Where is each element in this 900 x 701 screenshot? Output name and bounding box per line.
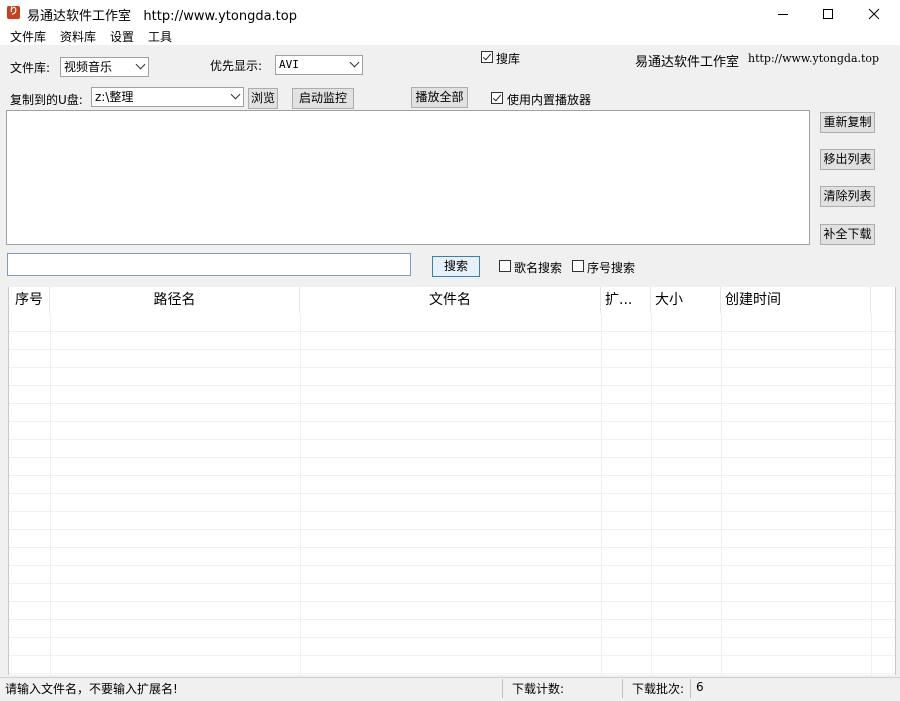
col-header-path[interactable]: 路径名 bbox=[50, 287, 300, 313]
menu-file-library[interactable]: 文件库 bbox=[10, 28, 46, 45]
table-grid-line bbox=[9, 565, 896, 566]
maximize-icon bbox=[823, 8, 833, 19]
table-grid-line bbox=[9, 529, 896, 530]
table-grid-line bbox=[9, 655, 896, 656]
recopy-button[interactable]: 重新复制 bbox=[820, 112, 875, 133]
status-separator bbox=[690, 679, 691, 698]
table-column-line bbox=[601, 313, 602, 675]
priority-select[interactable]: AVI bbox=[275, 55, 363, 75]
start-monitor-button[interactable]: 启动监控 bbox=[292, 88, 354, 109]
close-button[interactable] bbox=[851, 0, 897, 27]
window-title-name: 易通达软件工作室 bbox=[27, 9, 132, 24]
clear-list-button[interactable]: 清除列表 bbox=[820, 186, 875, 207]
menu-data-library[interactable]: 资料库 bbox=[60, 28, 96, 45]
table-column-line bbox=[50, 313, 51, 675]
table-grid-line bbox=[9, 601, 896, 602]
close-icon bbox=[868, 8, 880, 19]
status-hint: 请输入文件名，不要输入扩展名! bbox=[5, 682, 178, 696]
col-header-filler bbox=[871, 287, 896, 313]
download-count-label: 下载计数: bbox=[512, 682, 565, 696]
table-grid-line bbox=[9, 511, 896, 512]
copy-to-label: 复制到的U盘: bbox=[10, 93, 83, 107]
copy-to-select[interactable]: z:\整理 bbox=[91, 87, 244, 107]
menu-bar bbox=[0, 27, 900, 45]
complete-download-button[interactable]: 补全下载 bbox=[820, 224, 875, 245]
table-grid-line bbox=[9, 367, 896, 368]
studio-name: 易通达软件工作室 bbox=[635, 55, 740, 70]
col-header-filename[interactable]: 文件名 bbox=[300, 287, 601, 313]
copy-to-select-value: z:\整理 bbox=[95, 90, 134, 104]
file-table[interactable]: 序号 路径名 文件名 扩... 大小 创建时间 bbox=[8, 287, 896, 675]
table-column-line bbox=[651, 313, 652, 675]
table-column-line bbox=[300, 313, 301, 675]
studio-url: http://www.ytongda.top bbox=[748, 52, 880, 65]
minimize-button[interactable] bbox=[760, 0, 806, 27]
song-search-checkbox[interactable] bbox=[499, 260, 511, 272]
table-grid-line bbox=[9, 637, 896, 638]
table-grid-line bbox=[9, 421, 896, 422]
col-header-size[interactable]: 大小 bbox=[651, 287, 721, 313]
chevron-down-icon bbox=[135, 59, 146, 70]
window-title: 易通达软件工作室 http://www.ytongda.top bbox=[27, 5, 297, 24]
move-out-button[interactable]: 移出列表 bbox=[820, 149, 875, 170]
status-separator bbox=[622, 679, 623, 698]
play-all-button[interactable]: 播放全部 bbox=[411, 87, 468, 108]
table-column-line bbox=[871, 313, 872, 675]
table-grid-line bbox=[9, 385, 896, 386]
menu-settings[interactable]: 设置 bbox=[110, 28, 134, 45]
maximize-button[interactable] bbox=[805, 0, 851, 27]
table-grid-line bbox=[9, 619, 896, 620]
status-separator bbox=[502, 679, 503, 698]
table-grid-line bbox=[9, 439, 896, 440]
priority-select-value: AVI bbox=[279, 58, 299, 71]
builtin-player-checkbox[interactable] bbox=[491, 92, 503, 104]
search-button[interactable]: 搜索 bbox=[432, 256, 480, 277]
table-grid-line bbox=[9, 475, 896, 476]
builtin-player-label: 使用内置播放器 bbox=[507, 93, 592, 107]
priority-label: 优先显示: bbox=[210, 59, 263, 73]
table-grid-line bbox=[9, 583, 896, 584]
seq-search-label: 序号搜索 bbox=[587, 261, 636, 275]
table-grid-line bbox=[9, 673, 896, 674]
col-header-created[interactable]: 创建时间 bbox=[721, 287, 871, 313]
seq-search-checkbox[interactable] bbox=[572, 260, 584, 272]
song-search-label: 歌名搜索 bbox=[514, 261, 563, 275]
table-grid-line bbox=[9, 457, 896, 458]
table-column-line bbox=[721, 313, 722, 675]
app-icon: り bbox=[7, 6, 20, 19]
search-lib-label: 搜库 bbox=[496, 52, 521, 66]
search-lib-checkbox[interactable] bbox=[481, 51, 493, 63]
minimize-icon bbox=[778, 13, 788, 15]
col-header-seq[interactable]: 序号 bbox=[9, 287, 50, 313]
col-header-ext[interactable]: 扩... bbox=[601, 287, 651, 313]
table-grid-line bbox=[9, 547, 896, 548]
window-title-url: http://www.ytongda.top bbox=[143, 9, 297, 24]
batch-label: 下载批次: bbox=[632, 682, 685, 696]
chevron-down-icon bbox=[230, 89, 241, 100]
library-select-value: 视频音乐 bbox=[64, 60, 113, 74]
table-right-border bbox=[895, 287, 896, 675]
chevron-down-icon bbox=[349, 57, 360, 68]
search-input[interactable] bbox=[7, 253, 411, 276]
library-label: 文件库: bbox=[10, 61, 51, 75]
copy-list-area[interactable] bbox=[6, 110, 810, 245]
table-grid-line bbox=[9, 493, 896, 494]
table-grid-line bbox=[9, 403, 896, 404]
browse-button[interactable]: 浏览 bbox=[248, 88, 278, 109]
batch-value: 6 bbox=[696, 680, 704, 694]
library-select[interactable]: 视频音乐 bbox=[60, 57, 149, 77]
table-grid-line bbox=[9, 349, 896, 350]
menu-tools[interactable]: 工具 bbox=[148, 28, 172, 45]
table-grid-line bbox=[9, 331, 896, 332]
